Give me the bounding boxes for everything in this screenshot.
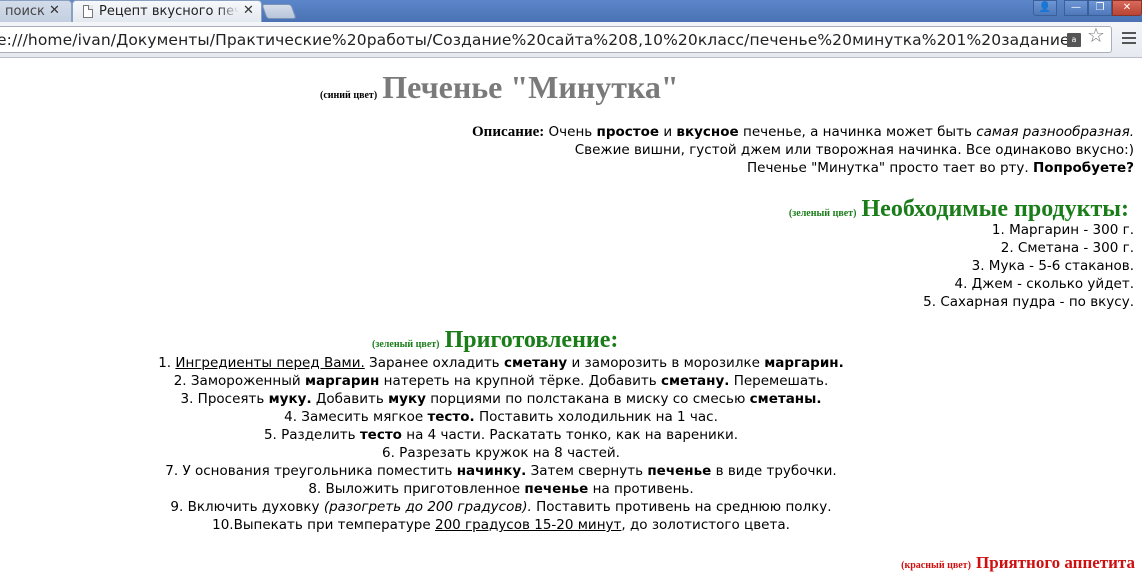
bookmark-star-icon[interactable]: ☆ [1087, 23, 1105, 47]
step-bold: печенье [647, 463, 712, 479]
step-3: 3. Просеять муку. Добавить муку порциями… [0, 390, 1002, 408]
products-heading-row: (зеленый цвет) Необходимые продукты: [789, 196, 1129, 223]
step-text: Перемешать. [729, 373, 829, 389]
step-5: 5. Разделить тесто на 4 части. Раскатать… [0, 426, 1002, 444]
step-bold: сметаны. [749, 391, 822, 407]
step-text: 1. [158, 355, 176, 371]
step-1: 1. Ингредиенты перед Вами. Заранее охлад… [0, 354, 1002, 372]
products-list: 1. Маргарин - 300 г. 2. Сметана - 300 г.… [923, 221, 1134, 311]
step-text: Затем свернуть [526, 463, 648, 479]
step-text: 3. Просеять [180, 391, 269, 407]
step-bold: тесто [359, 427, 402, 443]
step-underline: 200 градусов 15-20 минут [434, 517, 622, 533]
step-text: в виде трубочки. [711, 463, 837, 479]
step-text: Поставить холодильник на 1 час. [474, 409, 718, 425]
step-bold: муку [388, 391, 426, 407]
step-text: на противень. [588, 481, 694, 497]
translate-icon[interactable]: a [1067, 33, 1081, 47]
browser-toolbar: e:///home/ivan/Документы/Практические%20… [0, 22, 1142, 58]
step-text: 4. Замесить мягкое [284, 409, 428, 425]
page-icon [83, 5, 93, 18]
page-title: Печенье "Минутка" [382, 69, 679, 105]
step-text: Заранее охладить [364, 355, 504, 371]
description-text: печенье, а начинка может быть [738, 124, 977, 140]
list-item: 4. Джем - сколько уйдет. [954, 276, 1134, 292]
step-text: и заморозить в морозилке [567, 355, 765, 371]
step-bold: начинку. [456, 463, 527, 479]
step-text: 7. У основания треугольника поместить [165, 463, 457, 479]
address-bar[interactable]: e:///home/ivan/Документы/Практические%20… [0, 26, 1112, 53]
step-text: 5. Разделить [263, 427, 360, 443]
steps-list: 1. Ингредиенты перед Вами. Заранее охлад… [0, 354, 1002, 534]
list-item: 3. Мука - 5-6 стаканов. [971, 258, 1134, 274]
menu-icon[interactable] [1122, 32, 1136, 46]
list-item: 2. Сметана - 300 г. [1000, 240, 1134, 256]
maximize-button[interactable]: ❐ [1088, 0, 1112, 16]
prep-color-note: (зеленый цвет) [372, 339, 440, 350]
page-content: (синий цвет) Печенье "Минутка" Описание:… [0, 59, 1142, 581]
products-color-note: (зеленый цвет) [788, 208, 857, 219]
description-italic: самая разнообразная. [976, 124, 1134, 140]
list-item: 1. Маргарин - 300 г. [991, 222, 1134, 238]
description-line-3: Печенье "Минутка" просто тает во рту. По… [472, 159, 1134, 177]
step-bold: печенье [524, 481, 589, 497]
step-italic: (разогреть до 200 градусов). [323, 499, 532, 515]
step-2: 2. Замороженный маргарин натереть на кру… [0, 372, 1002, 390]
user-icon[interactable]: 👤 [1033, 0, 1057, 16]
close-window-button[interactable]: ✕ [1112, 0, 1142, 16]
step-underline: Ингредиенты перед Вами. [175, 355, 365, 371]
footer-row: (красный цвет) Приятного аппетита [901, 553, 1135, 573]
minimize-button[interactable]: — [1064, 0, 1088, 16]
description-label: Описание: [472, 124, 545, 140]
footer-color-note: (красный цвет) [901, 560, 971, 571]
tab-recipe-close-icon[interactable]: ✕ [243, 3, 254, 18]
step-text: 9. Включить духовку [170, 499, 324, 515]
description-text: и [659, 124, 677, 140]
step-bold: маргарин [304, 373, 380, 389]
tab-recipe-label: Рецепт вкусного печенья [99, 4, 239, 19]
step-6: 6. Разрезать кружок на 8 частей. [382, 445, 620, 461]
step-4: 4. Замесить мягкое тесто. Поставить холо… [0, 408, 1002, 426]
step-text: 2. Замороженный [173, 373, 305, 389]
description-block: Описание: Очень простое и вкусное печень… [472, 123, 1134, 177]
step-bold: сметану. [661, 373, 730, 389]
tab-search[interactable]: поиск ✕ [0, 0, 72, 22]
description-text: Печенье "Минутка" просто тает во рту. [746, 160, 1033, 176]
step-text: 8. Выложить приготовленное [308, 481, 525, 497]
window-titlebar: поиск ✕ Рецепт вкусного печенья ✕ 👤 — ❐ … [0, 0, 1142, 22]
step-8: 8. Выложить приготовленное печенье на пр… [0, 480, 1002, 498]
description-bold: Попробуете? [1032, 160, 1134, 176]
description-bold: вкусное [676, 124, 739, 140]
list-item: 5. Сахарная пудра - по вкусу. [923, 294, 1134, 310]
prep-heading: Приготовление: [444, 327, 619, 353]
tab-recipe[interactable]: Рецепт вкусного печенья ✕ [72, 0, 262, 22]
step-text: , до золотистого цвета. [621, 517, 790, 533]
step-9: 9. Включить духовку (разогреть до 200 гр… [0, 498, 1002, 516]
step-text: Добавить [311, 391, 389, 407]
step-bold: маргарин. [764, 355, 844, 371]
prep-heading-row: (зеленый цвет) Приготовление: [372, 327, 618, 354]
step-text: 10.Выпекать при температуре [212, 517, 435, 533]
step-7: 7. У основания треугольника поместить на… [0, 462, 1002, 480]
products-heading: Необходимые продукты: [861, 196, 1129, 222]
new-tab-button[interactable] [261, 4, 297, 19]
step-text: на 4 части. Раскатать тонко, как на варе… [401, 427, 739, 443]
step-text: Поставить противень на среднюю полку. [531, 499, 832, 515]
url-text[interactable]: e:///home/ivan/Документы/Практические%20… [0, 31, 1067, 49]
step-bold: муку. [268, 391, 312, 407]
footer-text: Приятного аппетита [976, 553, 1135, 572]
step-10: 10.Выпекать при температуре 200 градусов… [0, 516, 1002, 534]
description-line-1: Описание: Очень простое и вкусное печень… [472, 123, 1134, 141]
description-line-2: Свежие вишни, густой джем или творожная … [574, 142, 1134, 158]
page-title-row: (синий цвет) Печенье "Минутка" [320, 69, 679, 106]
step-text: порциями по полстакана в миску со смесью [425, 391, 750, 407]
step-text: натереть на крупной тёрке. Добавить [379, 373, 662, 389]
description-text: Очень [544, 124, 597, 140]
description-bold: простое [596, 124, 660, 140]
title-color-note: (синий цвет) [320, 90, 378, 101]
tab-search-label: поиск [5, 4, 45, 19]
step-bold: тесто. [427, 409, 475, 425]
tab-search-close-icon[interactable]: ✕ [49, 3, 60, 18]
step-bold: сметану [503, 355, 568, 371]
